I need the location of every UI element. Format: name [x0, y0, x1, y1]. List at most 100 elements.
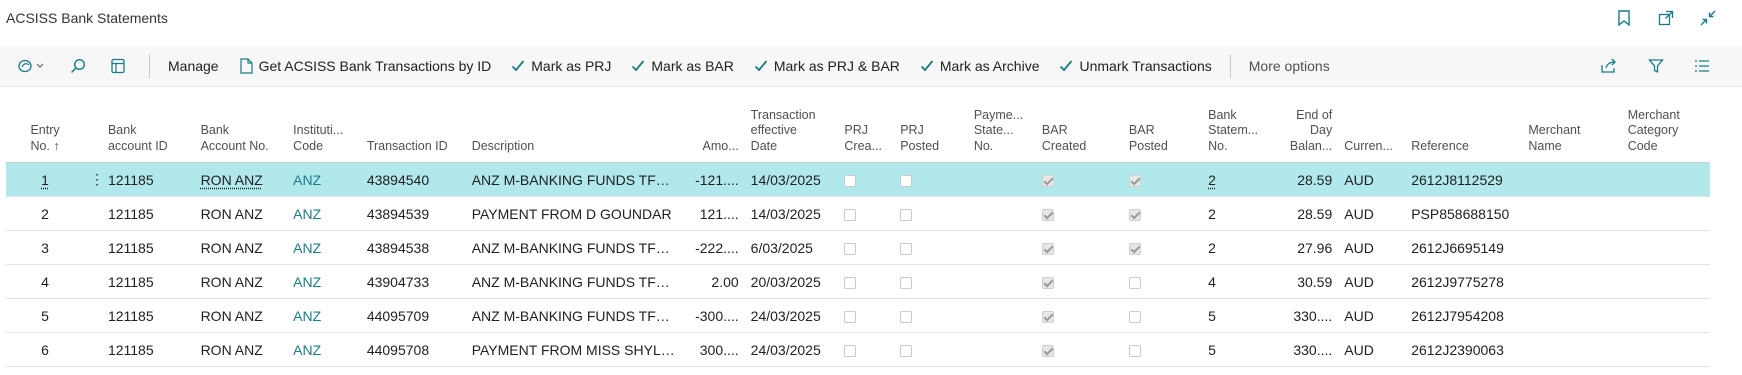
prj-posted-checkbox[interactable]	[900, 208, 913, 221]
col-amount[interactable]: Amo...	[683, 90, 745, 163]
institution-code-link[interactable]: ANZ	[293, 206, 321, 222]
filter-button[interactable]	[1636, 46, 1682, 86]
bar-posted-checkbox[interactable]	[1128, 310, 1141, 323]
prj-posted-checkbox[interactable]	[900, 344, 913, 357]
col-prj-created[interactable]: PRJ Crea...	[838, 90, 895, 163]
bar-posted-checkbox[interactable]	[1128, 344, 1141, 357]
mark-archive-button[interactable]: Mark as Archive	[910, 46, 1050, 86]
bar-created-checkbox[interactable]	[1041, 344, 1054, 357]
share-button[interactable]	[1588, 46, 1636, 86]
prj-created-cell	[838, 162, 895, 197]
bar-created-checkbox[interactable]	[1041, 208, 1054, 221]
bar-created-checkbox[interactable]	[1041, 310, 1054, 323]
search-button[interactable]	[61, 46, 101, 86]
col-payment-statement-no-line3: No.	[973, 138, 994, 153]
table-row[interactable]: 3 121185 RON ANZ ANZ 43894538 ANZ M-BANKING F…	[6, 230, 1710, 265]
col-bank-account-id[interactable]: Bank account ID	[101, 90, 195, 163]
bank-statement-no[interactable]: 4	[1208, 274, 1216, 290]
row-actions-icon[interactable]: ⋮	[90, 171, 102, 187]
copilot-menu-button[interactable]	[0, 46, 61, 86]
institution-code-link[interactable]: ANZ	[293, 274, 321, 290]
col-bank-statement-no[interactable]: Bank Statem... No.	[1202, 90, 1276, 163]
bookmark-icon[interactable]	[1614, 8, 1634, 28]
table-row[interactable]: 4 121185 RON ANZ ANZ 43904733 ANZ M-BANKING F…	[6, 264, 1710, 299]
col-merchant-category-code[interactable]: Merchant Category Code	[1621, 90, 1710, 163]
col-bank-account-no-line1: Bank	[200, 123, 230, 137]
prj-created-checkbox[interactable]	[844, 208, 857, 221]
prj-created-checkbox[interactable]	[844, 276, 857, 289]
bar-posted-checkbox[interactable]	[1128, 174, 1141, 187]
bank-statement-no[interactable]: 5	[1208, 308, 1216, 324]
col-prj-posted[interactable]: PRJ Posted	[894, 90, 968, 163]
institution-code-link[interactable]: ANZ	[293, 308, 321, 324]
bank-account-id-cell: 121185	[101, 196, 195, 231]
bar-created-checkbox[interactable]	[1041, 242, 1054, 255]
bank-statement-no[interactable]: 2	[1208, 240, 1216, 256]
mark-bar-button[interactable]: Mark as BAR	[621, 46, 743, 86]
col-effective-date[interactable]: Transaction effective Date	[744, 90, 839, 163]
unmark-transactions-button[interactable]: Unmark Transactions	[1049, 46, 1221, 86]
more-options-button[interactable]: More options	[1239, 46, 1340, 86]
col-eod-balance[interactable]: End of Day Balan...	[1275, 90, 1339, 163]
entry-no[interactable]: 5	[41, 308, 49, 324]
prj-posted-checkbox[interactable]	[900, 276, 913, 289]
entry-no[interactable]: 1	[41, 172, 49, 188]
col-institution-code[interactable]: Instituti... Code	[287, 90, 361, 163]
col-bank-account-no[interactable]: Bank Account No.	[194, 90, 288, 163]
col-entry-no[interactable]: Entry No. ↑	[6, 90, 85, 163]
bank-statement-no[interactable]: 5	[1208, 342, 1216, 358]
table-row[interactable]: 6 121185 RON ANZ ANZ 44095708 PAYMENT FROM MI…	[6, 332, 1710, 367]
edit-list-button[interactable]	[101, 46, 141, 86]
bar-created-checkbox[interactable]	[1041, 174, 1054, 187]
bank-statement-no[interactable]: 2	[1208, 206, 1216, 222]
prj-created-checkbox[interactable]	[844, 310, 857, 323]
open-in-new-window-icon[interactable]	[1656, 8, 1676, 28]
col-merchant-name[interactable]: Merchant Name	[1522, 90, 1622, 163]
institution-code-link[interactable]: ANZ	[293, 342, 321, 358]
list-view-button[interactable]	[1682, 46, 1728, 86]
prj-created-checkbox[interactable]	[844, 174, 857, 187]
prj-posted-checkbox[interactable]	[900, 310, 913, 323]
mark-prj-bar-button[interactable]: Mark as PRJ & BAR	[744, 46, 910, 86]
merchant-category-code-cell	[1621, 196, 1710, 231]
reference-cell: 2612J2390063	[1405, 332, 1523, 367]
description-cell: PAYMENT FROM D GOUNDAR	[465, 196, 684, 231]
bar-posted-checkbox[interactable]	[1128, 276, 1141, 289]
table-row[interactable]: 1 ⋮121185 RON ANZ ANZ 43894540ANZ M-BANKING …	[6, 162, 1710, 197]
merchant-name-cell	[1522, 264, 1622, 299]
bar-created-cell	[1035, 230, 1123, 265]
entry-no[interactable]: 6	[41, 342, 49, 358]
table-row[interactable]: 2 121185 RON ANZ ANZ 43894539 PAYMENT FROM D …	[6, 196, 1710, 231]
institution-code-link[interactable]: ANZ	[293, 240, 321, 256]
col-currency[interactable]: Curren...	[1338, 90, 1406, 163]
eod-balance-cell: 330....	[1275, 298, 1339, 333]
bank-account-id-cell: 121185	[101, 230, 195, 265]
col-bar-posted[interactable]: BAR Posted	[1122, 90, 1203, 163]
table-row[interactable]: 5 121185 RON ANZ ANZ 44095709 ANZ M-BANKING F…	[6, 298, 1710, 333]
col-reference[interactable]: Reference	[1405, 90, 1523, 163]
institution-code-link[interactable]: ANZ	[293, 172, 321, 188]
prj-posted-checkbox[interactable]	[900, 174, 913, 187]
col-payment-statement-no[interactable]: Payme... State... No.	[967, 90, 1036, 163]
manage-button[interactable]: Manage	[158, 46, 229, 86]
get-transactions-button[interactable]: Get ACSISS Bank Transactions by ID	[229, 46, 502, 86]
prj-created-checkbox[interactable]	[844, 344, 857, 357]
entry-no[interactable]: 4	[41, 274, 49, 290]
prj-posted-checkbox[interactable]	[900, 242, 913, 255]
col-description[interactable]: Description	[465, 90, 684, 163]
prj-created-checkbox[interactable]	[844, 242, 857, 255]
bar-posted-checkbox[interactable]	[1128, 208, 1141, 221]
mark-prj-button[interactable]: Mark as PRJ	[501, 46, 621, 86]
col-transaction-id[interactable]: Transaction ID	[360, 90, 466, 163]
reference-cell: 2612J6695149	[1405, 230, 1523, 265]
collapse-icon[interactable]	[1698, 8, 1718, 28]
checkmark-icon	[512, 60, 525, 72]
bar-posted-checkbox[interactable]	[1128, 242, 1141, 255]
entry-no[interactable]: 2	[41, 206, 49, 222]
bank-statement-no[interactable]: 2	[1208, 172, 1216, 188]
col-merchant-category-code-line3: Code	[1627, 138, 1658, 153]
col-bar-created[interactable]: BAR Created	[1035, 90, 1123, 163]
bar-created-checkbox[interactable]	[1041, 276, 1054, 289]
entry-no[interactable]: 3	[41, 240, 49, 256]
effective-date-cell: 24/03/2025	[744, 298, 839, 333]
